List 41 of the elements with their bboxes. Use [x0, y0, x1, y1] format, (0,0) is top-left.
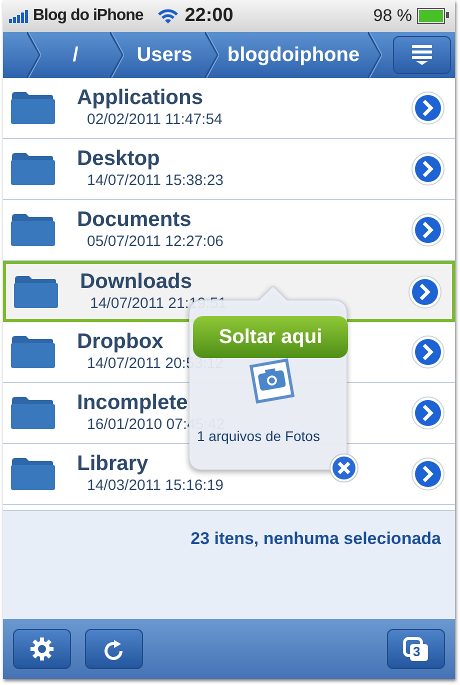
clock-time: 22:00 — [184, 5, 234, 27]
file-name: Applications — [77, 86, 204, 110]
file-name: Desktop — [77, 147, 160, 171]
folder-icon — [11, 336, 55, 368]
chevron-separator-icon — [110, 32, 124, 78]
signal-icon — [9, 10, 29, 22]
window-count: 3 — [413, 645, 420, 659]
file-name: Incomplete — [77, 391, 188, 415]
chevron-separator-icon — [205, 32, 219, 78]
windows-button[interactable]: 3 — [387, 629, 445, 669]
chevron-separator-icon — [368, 32, 382, 78]
refresh-button[interactable] — [85, 629, 143, 669]
carrier-name: Blog do iPhone — [33, 7, 144, 25]
breadcrumb[interactable]: blogdoiphone — [219, 32, 382, 78]
folder-icon — [11, 214, 55, 246]
file-name: Documents — [77, 208, 192, 232]
folder-icon — [11, 92, 55, 124]
menu-icon — [411, 44, 433, 66]
battery-percentage: 98 % — [373, 6, 412, 26]
file-date: 14/03/2011 15:16:19 — [87, 476, 224, 496]
file-name: Downloads — [80, 270, 192, 294]
menu-button[interactable] — [393, 36, 451, 74]
chevron-separator-icon — [27, 32, 41, 78]
windows-icon — [403, 637, 429, 661]
refresh-icon — [103, 637, 125, 661]
file-count-caption: 1 arquivos de Fotos — [197, 428, 320, 444]
breadcrumb[interactable]: Users — [124, 32, 219, 78]
wifi-icon — [157, 8, 180, 24]
folder-icon — [11, 458, 55, 490]
folder-icon — [11, 397, 55, 429]
file-date: 14/07/2011 15:38:23 — [87, 171, 224, 191]
file-date: 02/02/2011 11:47:54 — [87, 110, 222, 130]
close-icon[interactable] — [329, 453, 359, 483]
folder-icon — [11, 153, 55, 185]
file-date: 05/07/2011 12:27:06 — [87, 232, 224, 252]
folder-icon — [14, 276, 58, 308]
settings-button[interactable] — [13, 629, 71, 669]
file-name: Dropbox — [77, 330, 164, 354]
item-count-text: 23 itens, nenhuma selecionada — [190, 529, 441, 549]
file-name: Library — [77, 452, 148, 476]
breadcrumb[interactable]: / — [41, 32, 124, 78]
